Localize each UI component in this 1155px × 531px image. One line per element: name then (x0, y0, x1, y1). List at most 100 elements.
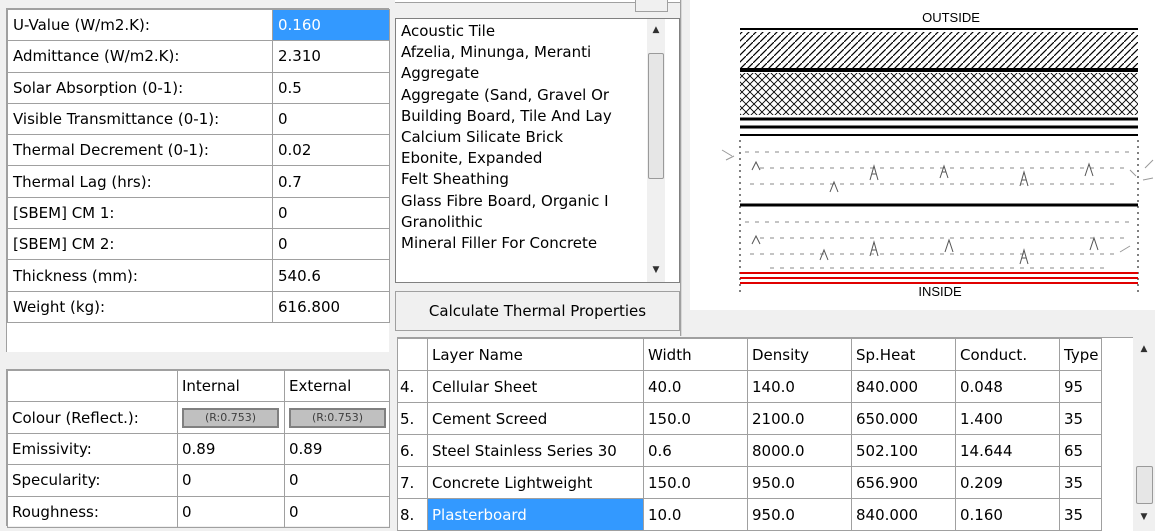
surface-external-value[interactable]: 0.89 (284, 432, 390, 466)
surface-label: Emissivity: (7, 432, 178, 466)
colour-external-cell[interactable]: (R:0.753) (284, 401, 390, 434)
layer-density[interactable]: 950.0 (747, 466, 852, 499)
layer-name[interactable]: Cellular Sheet (427, 370, 644, 403)
material-list-item[interactable]: Building Board, Tile And Lay (401, 107, 639, 126)
colour-internal-cell[interactable]: (R:0.753) (177, 401, 285, 434)
material-list-item[interactable]: Granolithic (401, 213, 639, 232)
layer-row[interactable]: 8. Plasterboard 10.0 950.0 840.000 0.160 35 (397, 498, 1102, 531)
layer-width[interactable]: 10.0 (643, 498, 748, 531)
layer-conduct[interactable]: 0.209 (955, 466, 1060, 499)
property-row: Solar Absorption (0-1): 0.5 (7, 71, 390, 104)
layer-conduct[interactable]: 0.048 (955, 370, 1060, 403)
calculate-thermal-properties-button[interactable]: Calculate Thermal Properties (395, 291, 680, 331)
layer-header-type: Type (1059, 338, 1102, 371)
material-list-item[interactable]: Felt Sheathing (401, 170, 639, 189)
layer-density[interactable]: 950.0 (747, 498, 852, 531)
material-list-item[interactable]: Ebonite, Expanded (401, 149, 639, 168)
layer-density[interactable]: 8000.0 (747, 434, 852, 467)
layer-header-width: Width (643, 338, 748, 371)
material-list-item[interactable]: Aggregate (401, 64, 639, 83)
property-value[interactable]: 0 (272, 228, 390, 261)
layer-type[interactable]: 65 (1059, 434, 1102, 467)
layer-type[interactable]: 35 (1059, 402, 1102, 435)
layer-type[interactable]: 95 (1059, 370, 1102, 403)
layer-spheat[interactable]: 840.000 (851, 498, 956, 531)
property-label: Visible Transmittance (0-1): (7, 102, 273, 136)
layer-conduct[interactable]: 1.400 (955, 402, 1060, 435)
layer-width[interactable]: 40.0 (643, 370, 748, 403)
colour-internal-swatch[interactable]: (R:0.753) (182, 408, 279, 429)
layer-name[interactable]: Steel Stainless Series 30 (427, 434, 644, 467)
layer-number[interactable]: 6. (397, 434, 428, 467)
layer-conduct[interactable]: 0.160 (955, 498, 1060, 531)
layer-spheat[interactable]: 502.100 (851, 434, 956, 467)
layer-width[interactable]: 150.0 (643, 402, 748, 435)
material-list-item[interactable]: Glass Fibre Board, Organic I (401, 192, 639, 211)
surface-internal-value[interactable]: 0 (177, 464, 285, 497)
material-list-item[interactable]: Afzelia, Minunga, Meranti (401, 43, 639, 62)
layer-number[interactable]: 8. (397, 498, 428, 531)
layer-number[interactable]: 7. (397, 466, 428, 499)
layer-row[interactable]: 6. Steel Stainless Series 30 0.6 8000.0 502.… (397, 434, 1102, 467)
property-value[interactable]: 0 (272, 102, 390, 136)
property-label: Thermal Lag (hrs): (7, 165, 273, 198)
surface-external-value[interactable]: 0 (284, 464, 390, 497)
layer-density[interactable]: 140.0 (747, 370, 852, 403)
layer-header-spheat: Sp.Heat (851, 338, 956, 371)
scroll-up-icon[interactable]: ▲ (647, 21, 665, 39)
layer-conduct[interactable]: 14.644 (955, 434, 1060, 467)
material-list-item[interactable]: Aggregate (Sand, Gravel Or (401, 86, 639, 105)
layer-row[interactable]: 4. Cellular Sheet 40.0 140.0 840.000 0.048 95 (397, 370, 1102, 403)
layer-width[interactable]: 150.0 (643, 466, 748, 499)
layer-type[interactable]: 35 (1059, 498, 1102, 531)
layer-spheat[interactable]: 840.000 (851, 370, 956, 403)
surface-properties-grid: Internal External Colour (Reflect.): (R:… (6, 369, 390, 528)
material-list-item[interactable]: Mineral Filler For Concrete (401, 234, 639, 253)
property-value[interactable]: 0.160 (272, 8, 390, 42)
property-value[interactable]: 0.7 (272, 165, 390, 198)
property-label: Thermal Decrement (0-1): (7, 134, 273, 167)
layer-width[interactable]: 0.6 (643, 434, 748, 467)
material-list[interactable]: Acoustic Tile Afzelia, Minunga, Meranti Ag… (395, 18, 680, 283)
surface-internal-value[interactable]: 0.89 (177, 432, 285, 466)
property-row: Visible Transmittance (0-1): 0 (7, 102, 390, 136)
dropdown-button[interactable] (635, 0, 668, 12)
layer-name[interactable]: Concrete Lightweight (427, 466, 644, 499)
property-row: Thickness (mm): 540.6 (7, 259, 390, 292)
scroll-thumb[interactable] (648, 53, 664, 179)
material-list-item[interactable]: Acoustic Tile (401, 22, 639, 41)
property-value[interactable]: 0.02 (272, 134, 390, 167)
layer-spheat[interactable]: 656.900 (851, 466, 956, 499)
layer-header-name: Layer Name (427, 338, 644, 371)
layer-row[interactable]: 7. Concrete Lightweight 150.0 950.0 656.900 0… (397, 466, 1102, 499)
layer-name[interactable]: Cement Screed (427, 402, 644, 435)
property-value[interactable]: 2.310 (272, 40, 390, 73)
material-category-dropdown[interactable] (395, 0, 680, 14)
scroll-down-icon[interactable]: ▼ (1133, 507, 1155, 527)
scroll-down-icon[interactable]: ▼ (647, 261, 665, 279)
property-row: [SBEM] CM 1: 0 (7, 196, 390, 230)
material-list-item[interactable]: Calcium Silicate Brick (401, 128, 639, 147)
layer-name[interactable]: Plasterboard (427, 498, 644, 531)
surface-internal-value[interactable]: 0 (177, 495, 285, 528)
layer-grid-scrollbar[interactable]: ▲ ▼ (1133, 337, 1155, 531)
property-value[interactable]: 0.5 (272, 71, 390, 104)
property-value[interactable]: 616.800 (272, 290, 390, 323)
property-label: Thickness (mm): (7, 259, 273, 292)
property-row: Thermal Decrement (0-1): 0.02 (7, 134, 390, 167)
property-value[interactable]: 0 (272, 196, 390, 230)
layer-density[interactable]: 2100.0 (747, 402, 852, 435)
property-value[interactable]: 540.6 (272, 259, 390, 292)
layer-number[interactable]: 4. (397, 370, 428, 403)
scroll-thumb[interactable] (1136, 466, 1153, 504)
layer-spheat[interactable]: 650.000 (851, 402, 956, 435)
layer-number[interactable]: 5. (397, 402, 428, 435)
surface-external-value[interactable]: 0 (284, 495, 390, 528)
colour-external-swatch[interactable]: (R:0.753) (289, 408, 386, 429)
scroll-up-icon[interactable]: ▲ (1133, 339, 1155, 359)
layer-row[interactable]: 5. Cement Screed 150.0 2100.0 650.000 1.400 35 (397, 402, 1102, 435)
layer-type[interactable]: 35 (1059, 466, 1102, 499)
layer-header-row: Layer Name Width Density Sp.Heat Conduct… (397, 338, 1102, 371)
material-list-scrollbar[interactable]: ▲ ▼ (647, 19, 665, 282)
material-list-item-partial[interactable] (401, 255, 639, 274)
